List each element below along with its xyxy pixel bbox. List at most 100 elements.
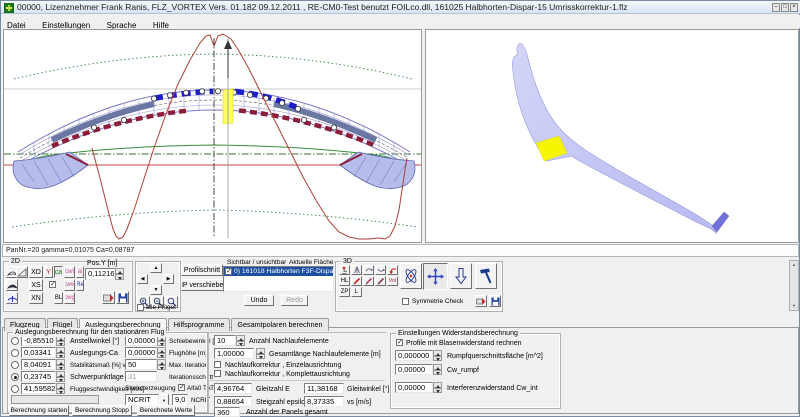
np-verschieben-button[interactable]: NP verschieben xyxy=(181,279,224,291)
calc-status-box xyxy=(11,395,99,404)
ai-button[interactable]: ai xyxy=(76,266,84,278)
posy-spinner[interactable] xyxy=(115,268,124,280)
build-3d-button[interactable] xyxy=(475,263,497,289)
pan-right-button[interactable]: ▶ xyxy=(163,274,174,284)
winglet-right xyxy=(340,152,415,189)
observer-icon xyxy=(341,266,349,274)
pencil-dark-icon xyxy=(377,277,385,285)
wing-3d-winglet xyxy=(712,212,729,232)
posy-input[interactable]: 0,11216 xyxy=(85,268,115,280)
menu-bar: Datei Einstellungen Sprache Hilfe xyxy=(1,15,800,28)
upper-dotted-curve xyxy=(14,54,412,79)
undo-arrow-icon xyxy=(388,266,397,275)
symmetrie-check-label: Symmetrie Check xyxy=(412,298,463,305)
panel-arrow-head xyxy=(224,40,232,49)
zp-button[interactable]: ZP xyxy=(339,287,350,297)
vol-button[interactable]: Vol xyxy=(387,276,398,286)
export-3d-button[interactable] xyxy=(475,295,487,307)
y-button[interactable]: Y xyxy=(44,266,53,278)
re-button[interactable]: Re xyxy=(76,279,84,291)
pencil3-button[interactable] xyxy=(375,276,386,286)
surface-list-item[interactable]: 0) 161018 Halbhorten F3F-Dispar 14 cA=0 … xyxy=(224,267,333,276)
panels-value: 360 xyxy=(214,407,240,417)
zoom-arrow-icon xyxy=(454,267,468,285)
cwg-button[interactable]: cwg xyxy=(64,292,75,304)
view-filled-button[interactable] xyxy=(6,279,18,291)
undo-button[interactable]: Undo xyxy=(244,295,274,306)
wing-3d-panel[interactable] xyxy=(425,29,799,243)
rotate-3d-icon xyxy=(402,267,420,285)
close-button[interactable]: × xyxy=(790,3,798,12)
rumpfquerschnitt-input[interactable]: 0,000000 xyxy=(395,350,433,361)
save-3d-button[interactable] xyxy=(489,295,501,307)
cwi-button[interactable]: cwi xyxy=(64,266,75,278)
move-3d-button[interactable] xyxy=(423,263,448,290)
axes-button[interactable] xyxy=(351,265,362,275)
cw-int-spinner[interactable] xyxy=(433,382,442,393)
pan-up-button[interactable]: ▲ xyxy=(150,263,162,273)
bl-button[interactable]: BL xyxy=(54,292,63,304)
surface-visible-checkbox[interactable] xyxy=(225,268,232,275)
triangle-icon xyxy=(17,268,27,277)
cww-button[interactable]: cww xyxy=(64,279,75,291)
symmetrie-check-checkbox[interactable] xyxy=(402,298,409,305)
auslegung-group-title: Auslegungsberechnung für den stationären… xyxy=(13,328,166,337)
floppy-icon xyxy=(118,293,128,303)
surface-listbox[interactable]: 0) 161018 Halbhorten F3F-Dispar 14 cA=0 … xyxy=(223,266,334,292)
berechnete-werte-button[interactable]: Berechnete Werte xyxy=(137,405,195,416)
cw-int-input[interactable]: 0,00000 xyxy=(395,382,433,393)
planform-plot-panel[interactable] xyxy=(3,29,422,243)
posy-label: Pos.Y [m] xyxy=(87,259,117,268)
tab-gesamtpolaren[interactable]: Gesamtpolaren berechnen xyxy=(231,318,328,331)
restore-button[interactable]: □ xyxy=(781,3,789,12)
scroll-down-icon[interactable]: ▼ xyxy=(791,303,797,309)
pencil1-button[interactable] xyxy=(351,276,362,286)
rotate-3d-button[interactable] xyxy=(400,263,422,289)
alle-fluegel-checkbox[interactable] xyxy=(137,304,144,311)
export-button[interactable] xyxy=(102,291,115,304)
panels-label: Anzahl der Panels gesamt xyxy=(246,408,328,417)
toolbar-scrollbar[interactable]: ▲ ▼ xyxy=(789,260,799,311)
ca-button[interactable]: ca xyxy=(54,266,63,278)
app-icon xyxy=(4,3,14,13)
tab-hilfsprogramme[interactable]: Hilfsprogramme xyxy=(168,318,231,331)
move-cross-icon xyxy=(427,268,444,285)
y-ca-checkbox[interactable] xyxy=(49,281,56,288)
profilschnitt-button[interactable]: Profilschnitt xyxy=(181,264,223,276)
berechnung-stopp-button[interactable]: Berechnung Stopp xyxy=(72,405,132,416)
save-2d-button[interactable] xyxy=(116,291,129,304)
xd-button[interactable]: XD xyxy=(29,266,43,278)
hl-button[interactable]: HL xyxy=(339,276,350,286)
l-button[interactable]: L xyxy=(351,287,362,297)
observer-button[interactable] xyxy=(339,265,350,275)
pan-down-button[interactable]: ▼ xyxy=(150,285,162,295)
alle-fluegel-label: alle Flügel xyxy=(146,304,176,311)
berechnung-starten-button[interactable]: Berechnung starten xyxy=(9,405,69,416)
redo-button[interactable]: Redo xyxy=(281,295,308,306)
rumpfquerschnitt-label: Rumpfquerschnittsfläche [m^2] xyxy=(447,352,543,361)
cw-int-label: Interferenzwiderstand Cw_int xyxy=(447,384,538,393)
wing-3d-view xyxy=(426,30,798,242)
gamma-distribution-curve xyxy=(92,34,407,239)
scroll-up-icon[interactable]: ▲ xyxy=(791,262,797,268)
reset-view-button[interactable] xyxy=(387,265,398,275)
pan-left-button[interactable]: ◀ xyxy=(137,274,148,284)
view-front-button[interactable] xyxy=(6,292,18,304)
lower-dotted-curve xyxy=(12,210,418,227)
nachlauf-region xyxy=(208,332,386,413)
zoom-3d-button[interactable] xyxy=(450,263,472,289)
rumpfquerschnitt-spinner[interactable] xyxy=(433,350,442,361)
angle-tool-button[interactable] xyxy=(16,266,28,278)
cw-rumpf-spinner[interactable] xyxy=(433,364,442,375)
flip-up-button[interactable] xyxy=(363,265,374,275)
flip-down-button[interactable] xyxy=(375,265,386,275)
export-icon xyxy=(103,293,114,303)
pencil-red-icon xyxy=(353,277,361,285)
minimize-button[interactable]: – xyxy=(772,3,780,12)
xs-button[interactable]: XS xyxy=(29,279,43,291)
cw-rumpf-input[interactable]: 0,00000 xyxy=(395,364,433,375)
blasenwiderstand-checkbox[interactable] xyxy=(396,339,403,346)
xn-button[interactable]: XN xyxy=(29,292,43,304)
plot-status-bar: PanNr.=20 gamma=0,01075 Ca=0,08787 xyxy=(2,244,799,257)
pencil2-button[interactable] xyxy=(363,276,374,286)
